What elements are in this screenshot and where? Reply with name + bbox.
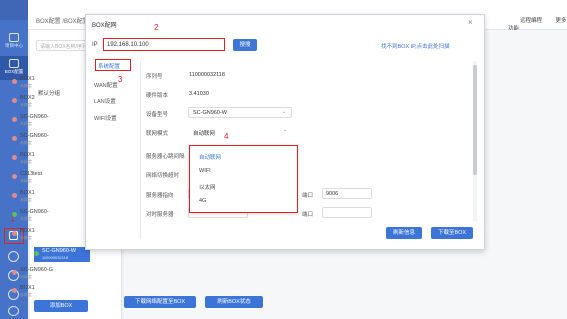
time-port-label: 端口 (302, 212, 314, 218)
ip-label: IP (92, 42, 98, 48)
refresh-info-button[interactable]: 刷新信息 (386, 227, 422, 239)
ip-input[interactable]: 192.168.10.100 (103, 38, 225, 51)
close-icon[interactable]: × (468, 18, 473, 27)
time-port-input[interactable] (322, 207, 372, 218)
model-select[interactable]: SC-GN960-W ⌄ (188, 107, 292, 118)
status-dot (12, 212, 17, 217)
download-network-config-button[interactable]: 下载网络配置至BOX (124, 296, 196, 308)
chevron-down-icon: ⌄ (281, 109, 286, 115)
logo-area (0, 0, 28, 20)
time-server-label: 对时服务器 (146, 212, 174, 218)
scrollbar-thumb[interactable] (473, 65, 477, 175)
serial-label: 序列号 (146, 74, 163, 80)
status-dot (12, 155, 17, 160)
heartbeat-label: 服务器心跳间隔 (146, 154, 185, 160)
annotation-4: 4 (224, 132, 229, 141)
tab-remote-programming[interactable]: 远程编程 (520, 18, 542, 24)
annotation-2: 2 (154, 23, 159, 32)
option-auto[interactable]: 自动联网 (199, 153, 221, 161)
list-item[interactable]: SC-GN960-G 未绑定 (12, 266, 88, 281)
status-dot (12, 174, 17, 179)
list-item[interactable]: BOX2 未绑定 (12, 94, 88, 109)
status-dot (12, 288, 17, 293)
tab-lan-settings[interactable]: LAN设置 (94, 97, 134, 105)
hardware-value: 3.41030 (189, 91, 209, 97)
server-label: 服务器指向 (146, 193, 174, 199)
option-wifi[interactable]: WIFI (199, 168, 211, 174)
breadcrumb: BOX配置 /BOX配置 (36, 19, 89, 25)
tab-wifi-settings[interactable]: WIFI设置 (94, 114, 134, 122)
hardware-label: 硬件版本 (146, 93, 169, 99)
list-item-selected[interactable]: SC-GN960-W 110000032118 (34, 247, 90, 262)
status-dot (12, 270, 17, 275)
search-button[interactable]: 搜搜 (233, 39, 257, 51)
status-dot (12, 231, 17, 236)
list-item[interactable]: SC-GN960- 未绑定 (12, 113, 88, 128)
list-item[interactable]: SC-GN960- 未绑定 (12, 132, 88, 147)
monitor-icon (9, 33, 19, 42)
port-input[interactable]: 9006 (322, 188, 372, 199)
refresh-box-status-button[interactable]: 刷新BOX状态 (205, 296, 263, 308)
model-label: 设备型号 (146, 112, 169, 118)
tab-wan-config[interactable]: WAN配置 (94, 81, 134, 89)
download-to-box-button[interactable]: 下载至BOX (431, 227, 473, 239)
mode-select-value[interactable]: 自动联网 (193, 129, 215, 137)
status-dot (12, 79, 17, 84)
mode-dropdown: 自动联网 WIFI 以太网 4G (189, 145, 298, 213)
user-icon[interactable] (8, 251, 19, 262)
scan-ip-link[interactable]: 找不到BOX IP,点击此处扫描 (381, 42, 450, 50)
option-4g[interactable]: 4G (199, 198, 206, 204)
switch-timeout-label: 网络切换超时 (146, 173, 180, 179)
list-item[interactable]: BOX1 未绑定 (12, 75, 88, 90)
option-ethernet[interactable]: 以太网 (199, 183, 216, 191)
status-dot (34, 251, 39, 256)
status-dot (12, 117, 17, 122)
list-item[interactable]: SC-GN960- 未绑定 (12, 208, 88, 223)
mode-label: 联网模式 (146, 131, 169, 137)
tab-divider (140, 61, 141, 239)
status-dot (12, 193, 17, 198)
nav-item-project-center[interactable]: 项目中心 (0, 30, 28, 54)
tab-system-config[interactable]: 系统配置 (95, 59, 131, 71)
port-label: 端口 (302, 193, 314, 199)
list-item[interactable]: BOX1 未绑定 (12, 227, 88, 242)
box-icon (9, 59, 19, 68)
status-dot (12, 98, 17, 103)
list-item[interactable]: C313test 未绑定 (12, 170, 88, 185)
add-box-button[interactable]: 添加BOX (34, 300, 88, 312)
dialog-title: BOX配网 (92, 23, 117, 29)
box-network-dialog: BOX配网 × IP 192.168.10.100 2 搜搜 找不到BOX IP… (85, 14, 485, 250)
list-item[interactable]: BOX1 未绑定 (12, 284, 88, 299)
chevron-down-icon[interactable]: ⌄ (283, 127, 287, 133)
list-item[interactable]: BOX1 未绑定 (12, 189, 88, 204)
serial-value: 110000032118 (189, 72, 225, 78)
logout-icon[interactable] (8, 306, 19, 316)
list-item[interactable]: BOX1 未绑定 (12, 151, 88, 166)
status-dot (12, 136, 17, 141)
